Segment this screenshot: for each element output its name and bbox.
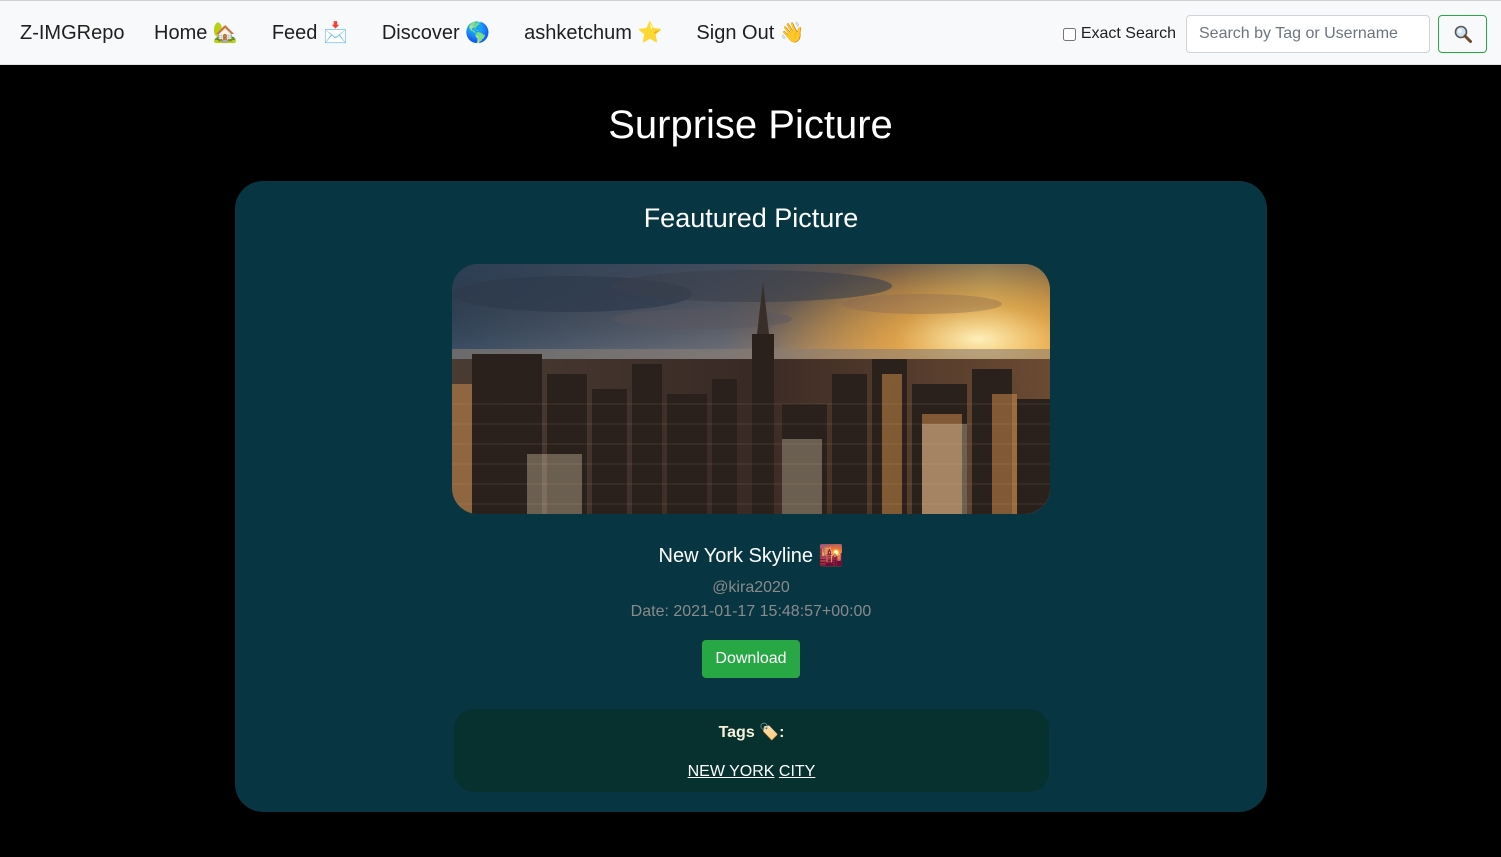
tag-link[interactable]: NEW YORK <box>688 763 775 780</box>
picture-author: @kira2020 <box>712 579 790 596</box>
search-button[interactable] <box>1438 15 1487 53</box>
city-skyline-image <box>452 264 1050 514</box>
picture-date: Date: 2021-01-17 15:48:57+00:00 <box>630 603 872 620</box>
brand-link[interactable]: Z-IMGRepo <box>20 21 124 45</box>
featured-photo <box>452 264 1050 514</box>
nav-profile-link[interactable]: ashketchum ⭐️ <box>524 21 662 45</box>
tag-link[interactable]: CITY <box>779 763 815 780</box>
top-navbar: Z-IMGRepo Home 🏡 Feed 📩 Discover 🌎 ashke… <box>0 0 1501 65</box>
search-form: Exact Search <box>1062 15 1487 53</box>
download-button[interactable]: Download <box>702 640 800 678</box>
nav-home-link[interactable]: Home 🏡 <box>154 21 238 45</box>
nav-discover-link[interactable]: Discover 🌎 <box>382 21 490 45</box>
nav-feed-link[interactable]: Feed 📩 <box>272 21 348 45</box>
exact-search-label: Exact Search <box>1080 25 1176 42</box>
picture-title: New York Skyline 🌇 <box>658 545 844 567</box>
magnifier-icon <box>1454 25 1472 43</box>
tags-list: NEW YORK CITY <box>454 762 1049 782</box>
exact-search-toggle[interactable]: Exact Search <box>1062 25 1176 43</box>
card-title: Feautured Picture <box>643 203 859 233</box>
nav-links: Home 🏡 Feed 📩 Discover 🌎 ashketchum ⭐️ S… <box>154 21 839 45</box>
featured-picture-card: Feautured Picture New York Skyline 🌇 @ki… <box>235 181 1267 812</box>
page-title: Surprise Picture <box>608 103 893 147</box>
nav-sign-out-link[interactable]: Sign Out 👋 <box>696 21 804 45</box>
tags-label: Tags 🏷️: <box>718 724 785 741</box>
tags-panel: Tags 🏷️: NEW YORK CITY <box>454 709 1049 792</box>
exact-search-checkbox[interactable] <box>1062 27 1076 41</box>
search-input[interactable] <box>1186 15 1430 53</box>
